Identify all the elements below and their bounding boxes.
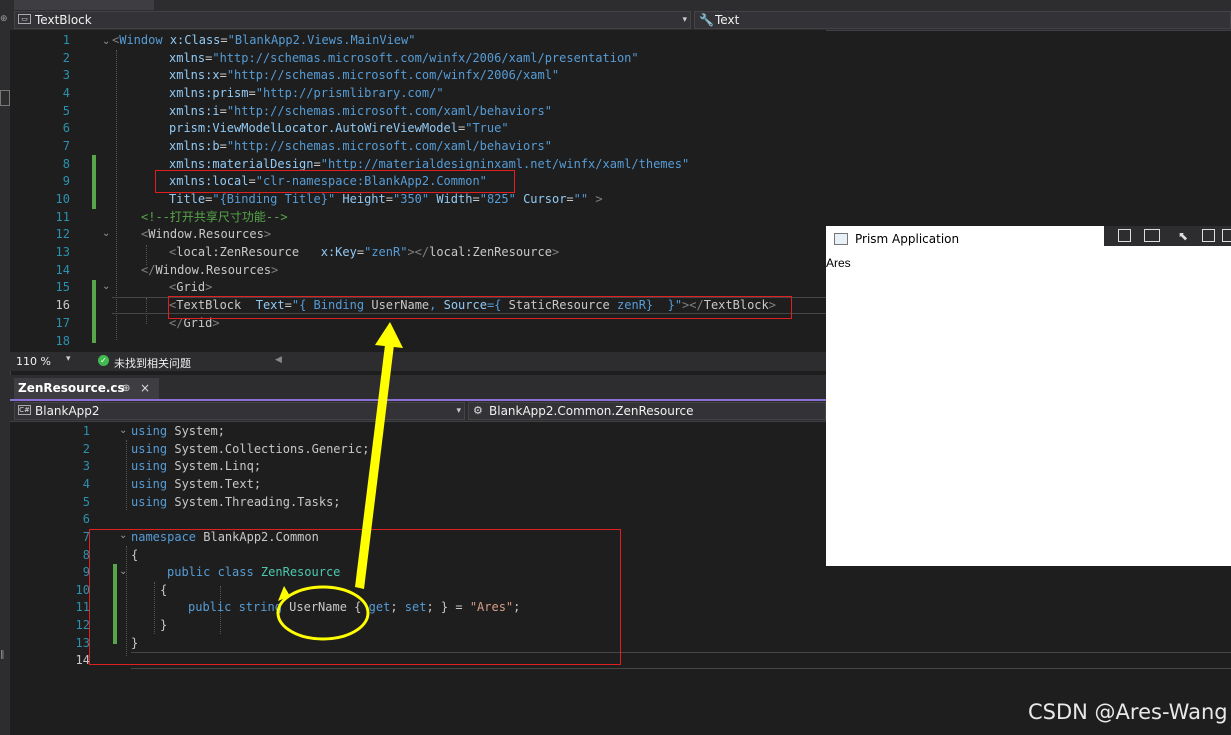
annotation-arrow-shaft (355, 345, 394, 589)
annotation-arrow-head (375, 322, 403, 348)
annotation-ellipse (276, 585, 370, 641)
watermark: CSDN @Ares-Wang (1028, 700, 1228, 724)
annotation-overlay (276, 322, 403, 641)
